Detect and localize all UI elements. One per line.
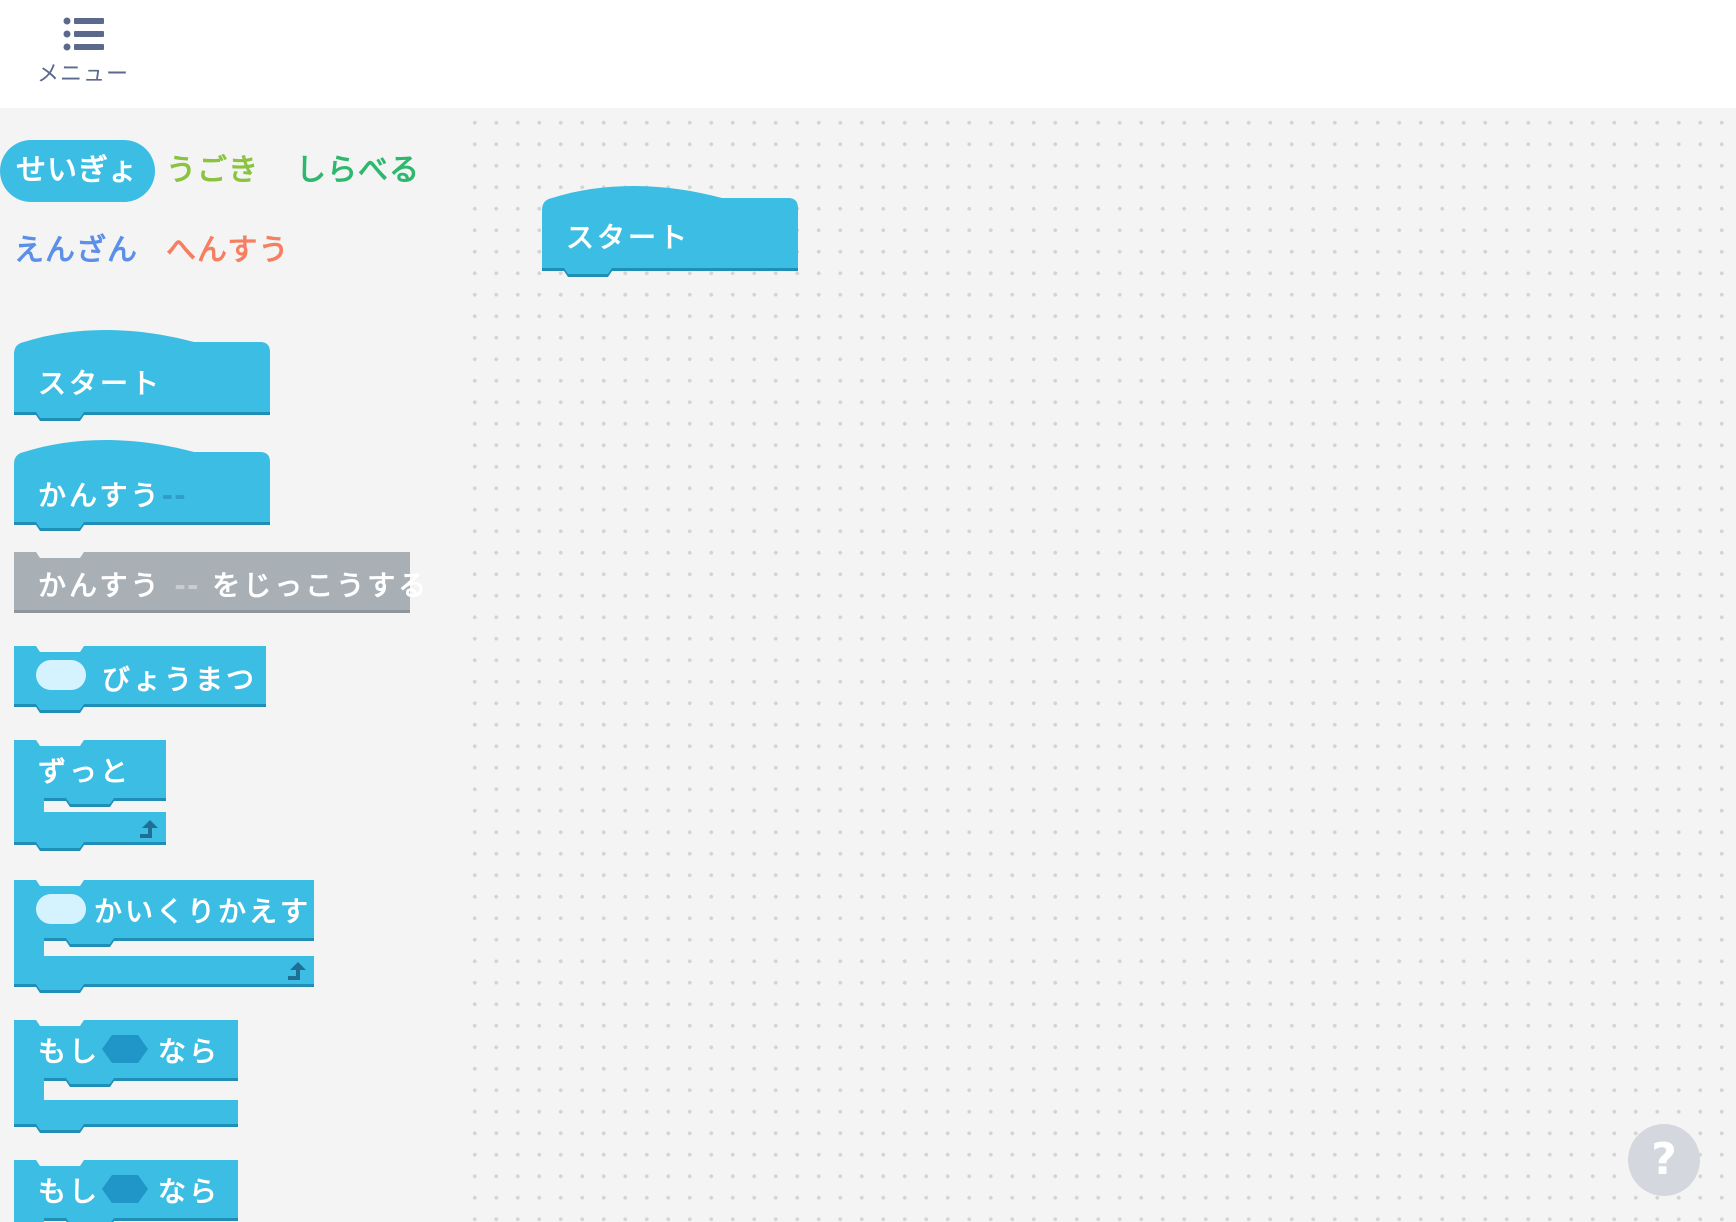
if-prefix-label: もし <box>38 1035 101 1068</box>
top-bar: メニュー <box>0 0 1736 108</box>
block-palette: せいぎょ うごき しらべる えんざん へんすう スタート かんすう-- かんすう… <box>0 108 460 1222</box>
repeat-block-label: かいくりかえす <box>94 895 312 928</box>
menu-label: メニュー <box>36 62 129 87</box>
function-definition-block[interactable]: かんすう-- <box>14 440 270 536</box>
function-call-block[interactable]: かんすう -- をじっこうする <box>14 552 426 618</box>
loop-arrow-icon <box>140 820 158 838</box>
if-block[interactable]: もし なら <box>14 1020 240 1133</box>
if-else-block[interactable]: もし なら <box>14 1160 240 1222</box>
category-motion[interactable]: うごき <box>166 140 259 202</box>
category-control[interactable]: せいぎょ <box>0 140 155 202</box>
workspace-start-block[interactable]: スタート <box>542 186 798 282</box>
wait-seconds-input <box>36 660 86 690</box>
if-else-prefix-label: もし <box>38 1175 101 1208</box>
start-block-label: スタート <box>38 367 163 400</box>
repeat-block[interactable]: かいくりかえす <box>14 880 314 993</box>
if-suffix-label: なら <box>158 1035 221 1068</box>
category-variables[interactable]: へんすう <box>166 220 289 282</box>
wait-block[interactable]: びょうまつ <box>14 646 268 718</box>
help-button[interactable]: ? <box>1628 1124 1700 1196</box>
function-definition-label: かんすう-- <box>38 479 187 512</box>
loop-arrow-icon <box>288 962 306 980</box>
menu-button[interactable]: メニュー <box>28 12 138 87</box>
start-block[interactable]: スタート <box>14 330 270 426</box>
wait-block-label: びょうまつ <box>102 663 258 696</box>
category-operators[interactable]: えんざん <box>14 220 138 282</box>
list-icon <box>63 17 104 51</box>
workspace-start-label: スタート <box>566 221 691 254</box>
function-call-param: -- <box>174 569 200 602</box>
forever-block-label: ずっと <box>38 755 132 788</box>
function-param: -- <box>161 479 187 512</box>
category-sensing[interactable]: しらべる <box>296 140 420 202</box>
function-call-label: かんすう -- をじっこうする <box>38 569 430 602</box>
code-workspace[interactable]: スタート <box>460 108 1736 1222</box>
if-else-suffix-label: なら <box>158 1175 221 1208</box>
forever-block[interactable]: ずっと <box>14 740 166 851</box>
repeat-count-input <box>36 894 86 924</box>
